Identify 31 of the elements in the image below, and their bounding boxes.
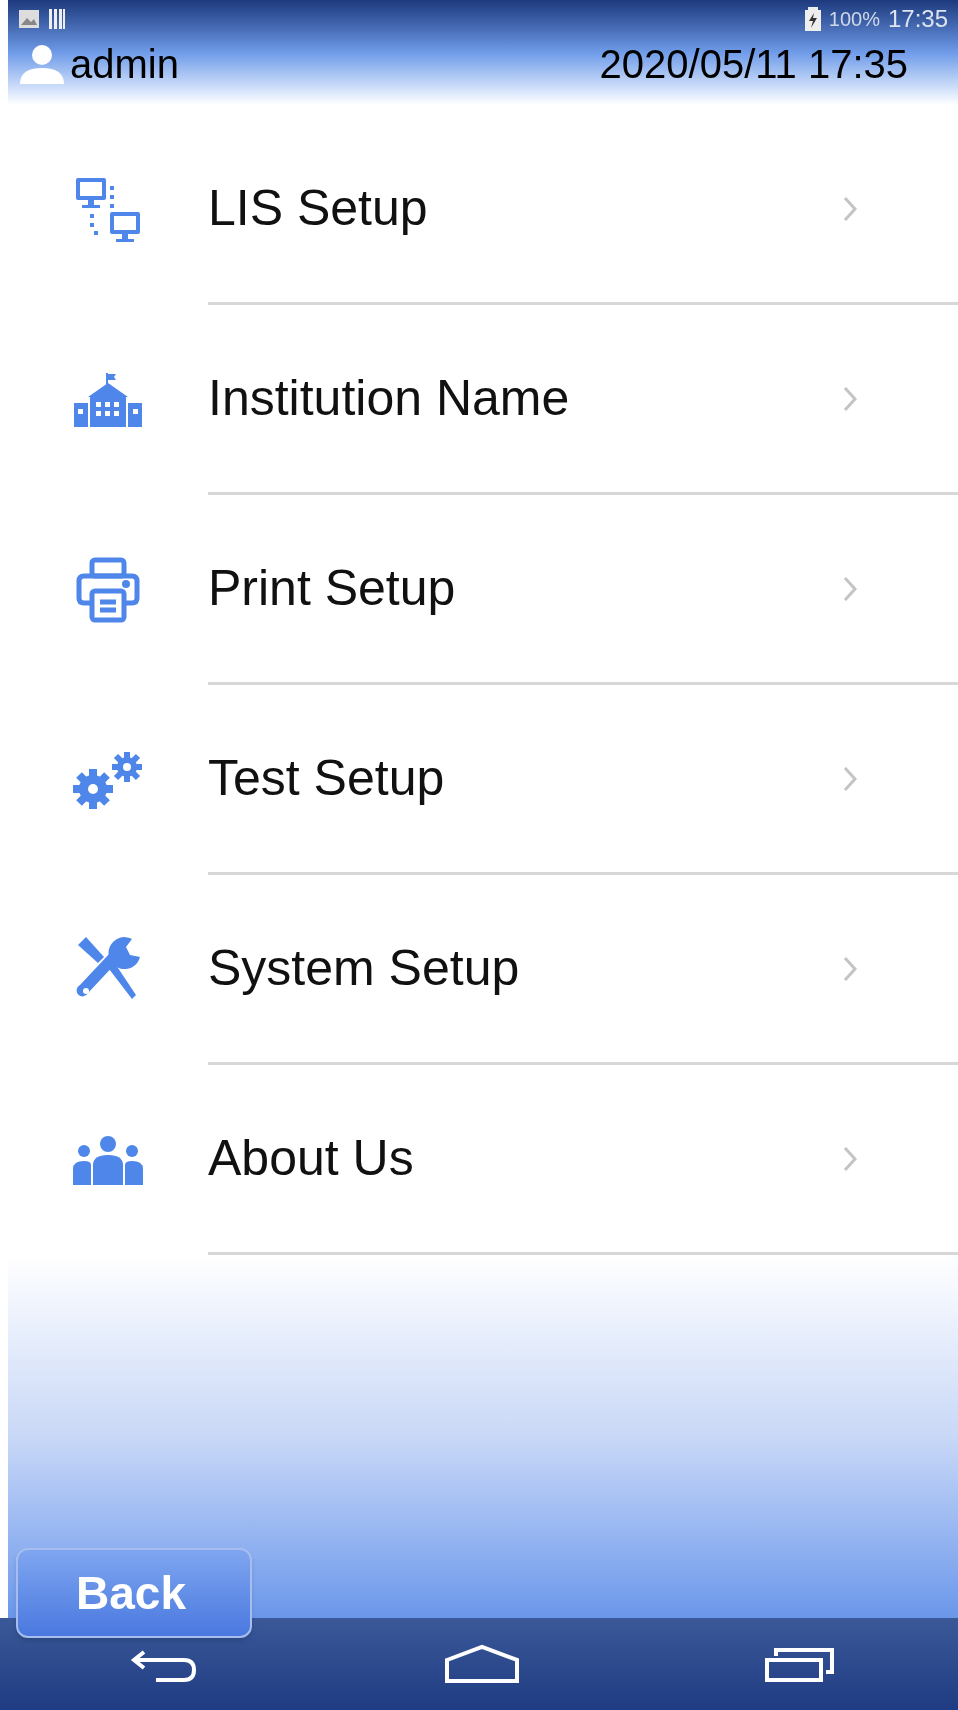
image-icon: [18, 9, 40, 29]
chevron-icon: [842, 384, 858, 413]
barcode-icon: [48, 8, 66, 30]
status-time: 17:35: [887, 4, 948, 34]
chevron-icon: [842, 194, 858, 223]
printer-icon: [76, 557, 140, 623]
home-icon[interactable]: [444, 1644, 520, 1684]
date-time: 2020/05/11 17:35: [599, 44, 908, 84]
chevron-icon: [842, 1144, 858, 1173]
school-building-icon: [74, 373, 142, 427]
menu-item[interactable]: LIS Setup: [8, 115, 958, 305]
menu-label: LIS Setup: [208, 179, 429, 238]
battery-icon: [804, 7, 821, 31]
menu-item[interactable]: System Setup: [8, 875, 958, 1065]
chevron-icon: [842, 574, 858, 603]
chevron-icon: [842, 764, 858, 793]
menu-item[interactable]: Print Setup: [8, 495, 958, 685]
people-icon: [73, 1135, 143, 1185]
menu-label: About Us: [208, 1129, 415, 1188]
menu-item[interactable]: Test Setup: [8, 685, 958, 875]
gears-icon: [71, 749, 145, 811]
battery-percent: 100%: [828, 7, 880, 32]
user-icon: [18, 44, 66, 84]
menu-label: Print Setup: [208, 559, 457, 618]
menu-label: System Setup: [208, 939, 521, 998]
user-name: admin: [70, 44, 179, 84]
menu-label: Test Setup: [208, 749, 446, 808]
network-icon: [74, 176, 142, 244]
menu-item[interactable]: Institution Name: [8, 305, 958, 495]
chevron-icon: [842, 954, 858, 983]
menu-label: Institution Name: [208, 369, 571, 428]
